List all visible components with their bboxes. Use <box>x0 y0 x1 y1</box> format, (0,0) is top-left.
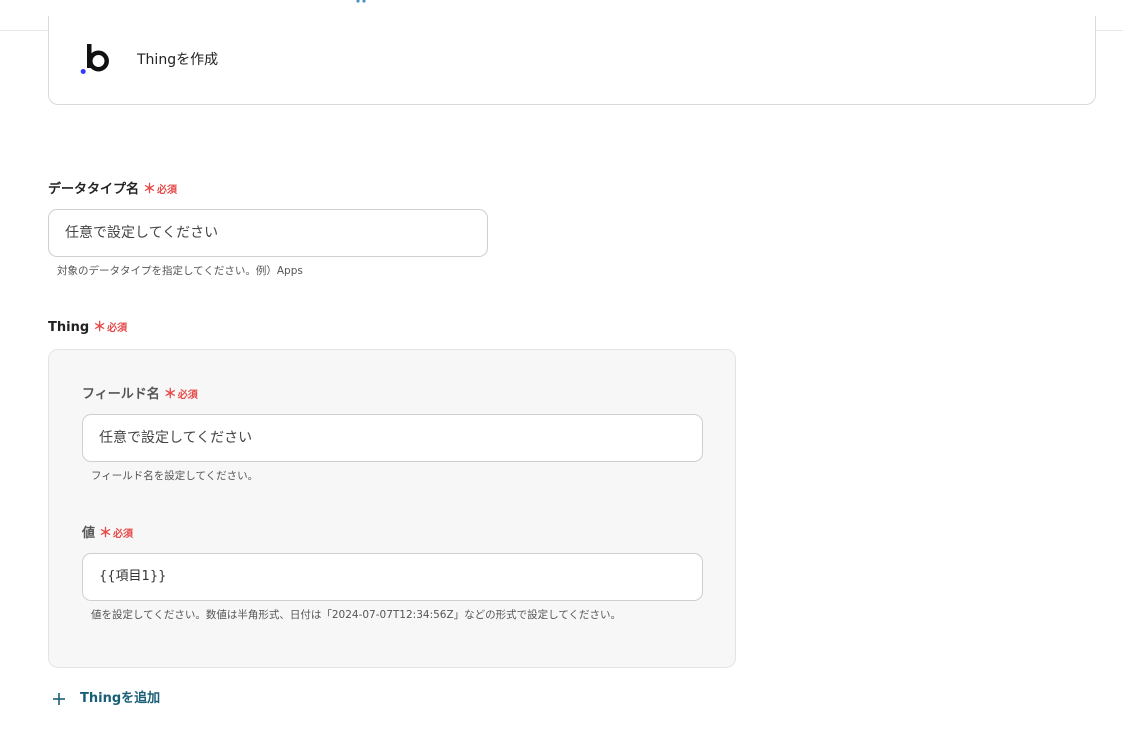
required-text: 必須 <box>177 390 198 401</box>
add-thing-button[interactable]: Thingを追加 <box>52 688 160 710</box>
data-type-label-text: データタイプ名 <box>48 182 140 197</box>
required-mark: ＊ <box>163 387 177 402</box>
required-text: 必須 <box>157 185 178 196</box>
thing-label: Thing ＊必須 <box>48 319 127 338</box>
value-label: 値＊必須 <box>82 525 133 544</box>
app-action-title: Thingを作成 <box>137 52 219 68</box>
required-mark: ＊ <box>143 182 157 197</box>
required-mark: ＊ <box>93 320 107 335</box>
thing-label-text: Thing <box>48 320 90 335</box>
required-mark: ＊ <box>99 526 113 541</box>
required-text: 必須 <box>107 323 128 334</box>
page: Thingを作成 データタイプ名 ＊必須 任意で設定してください 対象のデータタイ… <box>0 0 1123 742</box>
field-name-input[interactable]: 任意で設定してください <box>82 414 703 462</box>
data-type-input[interactable]: 任意で設定してください <box>48 209 488 257</box>
data-type-help: 対象のデータタイプを指定してください。例）Apps <box>57 265 303 277</box>
field-name-label: フィールド名 ＊必須 <box>82 386 198 405</box>
bubble-logo-icon <box>80 44 109 74</box>
required-text: 必須 <box>113 529 134 540</box>
plus-icon <box>53 693 65 705</box>
field-name-help: フィールド名を設定してください。 <box>91 470 259 482</box>
data-type-label: データタイプ名 ＊必須 <box>48 181 177 200</box>
field-name-label-text: フィールド名 <box>82 387 160 402</box>
value-input[interactable]: {{項目1}} <box>82 553 703 601</box>
value-label-text: 値 <box>82 526 96 541</box>
value-help: 値を設定してください。数値は半角形式、日付は「2024-07-07T12:34:… <box>91 609 622 621</box>
partial-icon <box>356 0 366 3</box>
add-thing-label: Thingを追加 <box>80 691 161 706</box>
